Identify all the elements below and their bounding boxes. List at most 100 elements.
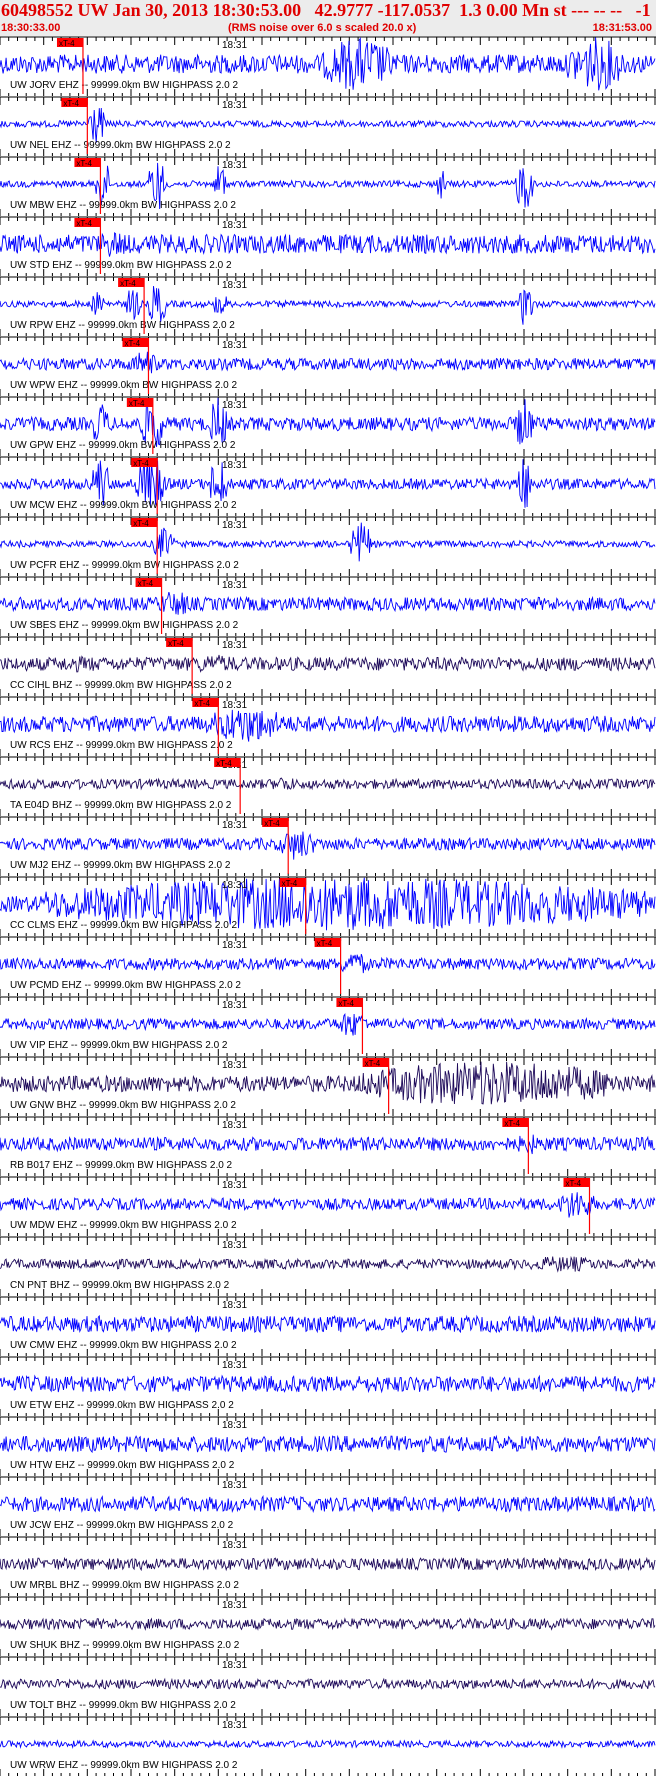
trace-row: 18:31 UW VIP EHZ -- 99999.0km BW HIGHPASS… xyxy=(0,996,656,1056)
time-ticks xyxy=(0,1177,656,1185)
waveform xyxy=(0,777,656,791)
waveform xyxy=(0,351,656,374)
station-label: CN PNT BHZ -- 99999.0km BW HIGHPASS 2.0 … xyxy=(10,1280,230,1291)
trace-row: 18:31 UW HTW EHZ -- 99999.0km BW HIGHPASS… xyxy=(0,1416,656,1476)
waveform xyxy=(0,1739,656,1749)
trace-row: 18:31 UW MBW EHZ -- 99999.0km BW HIGHPASS… xyxy=(0,156,656,216)
pick-label: xT-4 xyxy=(566,1179,582,1188)
station-label: UW CMW EHZ -- 99999.0km BW HIGHPASS 2.0 … xyxy=(10,1340,237,1351)
waveform xyxy=(0,522,656,562)
minute-marker-label: 18:31 xyxy=(222,340,247,351)
pick-label: xT-4 xyxy=(194,699,210,708)
waveform xyxy=(0,1314,656,1334)
time-ticks xyxy=(0,1057,656,1065)
station-label: UW JORV EHZ -- 99999.0km BW HIGHPASS 2.0… xyxy=(10,80,238,91)
minute-marker-label: 18:31 xyxy=(222,1420,247,1431)
minute-marker-label: 18:31 xyxy=(222,520,247,531)
pick-label: xT-4 xyxy=(138,579,154,588)
trace-row: 18:31 RB B017 EHZ -- 99999.0km BW HIGHPAS… xyxy=(0,1116,656,1176)
event-title: 60498552 UW Jan 30, 2013 18:30:53.00 42.… xyxy=(1,0,651,20)
station-label: UW STD EHZ -- 99999.0km BW HIGHPASS 2.0 … xyxy=(10,260,232,271)
station-label: CC CLMS EHZ -- 99999.0km BW HIGHPASS 2.0… xyxy=(10,920,238,931)
trace-row: 18:31 UW MDW EHZ -- 99999.0km BW HIGHPASS… xyxy=(0,1176,656,1236)
trace-row: 18:31 UW SHUK BHZ -- 99999.0km BW HIGHPAS… xyxy=(0,1596,656,1656)
pick-label: xT-4 xyxy=(365,1059,381,1068)
minute-marker-label: 18:31 xyxy=(222,1660,247,1671)
minute-marker-label: 18:31 xyxy=(222,940,247,951)
trace-row: 18:31 UW PCMD EHZ -- 99999.0km BW HIGHPAS… xyxy=(0,936,656,996)
station-label: UW MDW EHZ -- 99999.0km BW HIGHPASS 2.0 … xyxy=(10,1220,237,1231)
station-label: UW MRBL BHZ -- 99999.0km BW HIGHPASS 2.0… xyxy=(10,1580,239,1591)
trace-row: 18:31 UW GNW BHZ -- 99999.0km BW HIGHPASS… xyxy=(0,1056,656,1116)
trace-row: 18:31 UW RPW EHZ -- 99999.0km BW HIGHPASS… xyxy=(0,276,656,336)
time-ticks xyxy=(0,1117,656,1125)
time-ticks xyxy=(0,877,656,885)
station-label: UW SBES EHZ -- 99999.0km BW HIGHPASS 2.0… xyxy=(10,620,239,631)
station-label: UW SHUK BHZ -- 99999.0km BW HIGHPASS 2.0… xyxy=(10,1640,240,1651)
minute-marker-label: 18:31 xyxy=(222,160,247,171)
pick-label: xT-4 xyxy=(124,339,140,348)
minute-marker-label: 18:31 xyxy=(222,820,247,831)
station-label: UW GNW BHZ -- 99999.0km BW HIGHPASS 2.0 … xyxy=(10,1100,236,1111)
minute-marker-label: 18:31 xyxy=(222,1300,247,1311)
trace-row: 18:31 UW MJ2 EHZ -- 99999.0km BW HIGHPASS… xyxy=(0,816,656,876)
pick-label: xT-4 xyxy=(338,999,354,1008)
minute-marker-label: 18:31 xyxy=(222,1060,247,1071)
station-label: UW MCW EHZ -- 99999.0km BW HIGHPASS 2.0 … xyxy=(10,500,237,511)
minute-marker-label: 18:31 xyxy=(222,100,247,111)
waveform xyxy=(0,591,656,615)
trace-row: 18:31 UW ETW EHZ -- 99999.0km BW HIGHPASS… xyxy=(0,1356,656,1416)
time-ticks xyxy=(0,1477,656,1485)
time-ticks xyxy=(0,1417,656,1425)
time-ticks xyxy=(0,817,656,825)
time-ticks xyxy=(0,337,656,345)
station-label: CC CIHL BHZ -- 99999.0km BW HIGHPASS 2.0… xyxy=(10,680,232,691)
waveform xyxy=(0,1192,656,1218)
trace-row: 18:31 UW CMW EHZ -- 99999.0km BW HIGHPASS… xyxy=(0,1296,656,1356)
pick-label: xT-4 xyxy=(282,879,298,888)
minute-marker-label: 18:31 xyxy=(222,1120,247,1131)
end-time: 18:31:53.00 xyxy=(592,22,652,34)
minute-marker-label: 18:31 xyxy=(222,40,247,51)
station-label: UW TOLT BHZ -- 99999.0km BW HIGHPASS 2.0… xyxy=(10,1700,236,1711)
minute-marker-label: 18:31 xyxy=(222,580,247,591)
trace-row: 18:31 UW MRBL BHZ -- 99999.0km BW HIGHPAS… xyxy=(0,1536,656,1596)
station-label: UW GPW EHZ -- 99999.0km BW HIGHPASS 2.0 … xyxy=(10,440,236,451)
station-label: UW RCS EHZ -- 99999.0km BW HIGHPASS 2.0 … xyxy=(10,740,233,751)
trace-row: 18:31 CC CLMS EHZ -- 99999.0km BW HIGHPAS… xyxy=(0,876,656,936)
station-label: UW VIP EHZ -- 99999.0km BW HIGHPASS 2.0 … xyxy=(10,1040,228,1051)
time-ticks xyxy=(0,1357,656,1365)
station-label: UW ETW EHZ -- 99999.0km BW HIGHPASS 2.0 … xyxy=(10,1400,234,1411)
pick-label: xT-4 xyxy=(63,99,79,108)
trace-row: 18:31 CC CIHL BHZ -- 99999.0km BW HIGHPAS… xyxy=(0,636,656,696)
trace-row: 18:31 UW WRW EHZ -- 99999.0km BW HIGHPASS… xyxy=(0,1716,656,1776)
pick-label: xT-4 xyxy=(133,459,149,468)
trace-row: 18:31 CN PNT BHZ -- 99999.0km BW HIGHPASS… xyxy=(0,1236,656,1296)
trace-row: 18:31 UW GPW EHZ -- 99999.0km BW HIGHPASS… xyxy=(0,396,656,456)
minute-marker-label: 18:31 xyxy=(222,1180,247,1191)
station-label: UW HTW EHZ -- 99999.0km BW HIGHPASS 2.0 … xyxy=(10,1460,235,1471)
trace-row: 18:31 UW RCS EHZ -- 99999.0km BW HIGHPASS… xyxy=(0,696,656,756)
waveform xyxy=(0,286,656,325)
trace-row: 18:31 UW JORV EHZ -- 99999.0km BW HIGHPAS… xyxy=(0,36,656,96)
trace-row: 18:31TA E04D BHZ -- 99999.0km BW HIGHPAS… xyxy=(0,756,656,816)
time-ticks xyxy=(0,1597,656,1605)
trace-row: 18:31 UW STD EHZ -- 99999.0km BW HIGHPASS… xyxy=(0,216,656,276)
trace-row: 18:31 UW JCW EHZ -- 99999.0km BW HIGHPASS… xyxy=(0,1476,656,1536)
time-ticks xyxy=(0,1297,656,1305)
time-ticks xyxy=(0,1657,656,1665)
waveform xyxy=(0,709,656,742)
pick-label: xT-4 xyxy=(76,219,92,228)
scaling-note: (RMS noise over 6.0 s scaled 20.0 x) xyxy=(228,22,417,34)
station-label: UW WPW EHZ -- 99999.0km BW HIGHPASS 2.0 … xyxy=(10,380,238,391)
pick-label: xT-4 xyxy=(133,519,149,528)
start-time: 18:30:33.00 xyxy=(1,22,61,34)
time-ticks xyxy=(0,1237,656,1245)
trace-row: 18:31 UW MCW EHZ -- 99999.0km BW HIGHPASS… xyxy=(0,456,656,516)
waveform xyxy=(0,1012,656,1036)
pick-label: xT-4 xyxy=(504,1119,520,1128)
minute-marker-label: 18:31 xyxy=(222,1720,247,1731)
pick-label: xT-4 xyxy=(120,279,136,288)
station-label: RB B017 EHZ -- 99999.0km BW HIGHPASS 2.0… xyxy=(10,1160,233,1171)
station-label: UW JCW EHZ -- 99999.0km BW HIGHPASS 2.0 … xyxy=(10,1520,234,1531)
